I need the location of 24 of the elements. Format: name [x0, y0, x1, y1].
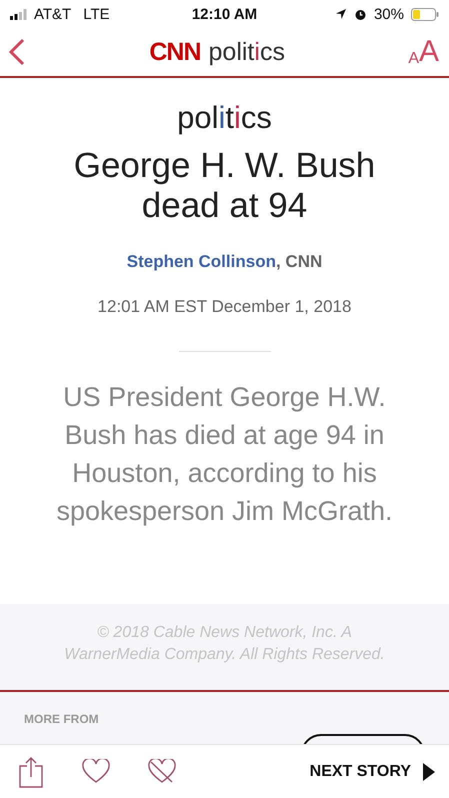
battery-icon [411, 8, 439, 20]
clock-time: 12:10 AM [192, 6, 258, 22]
byline-source: , CNN [276, 252, 322, 271]
cnn-logo: CNN [149, 38, 201, 66]
publish-date: 12:01 AM EST December 1, 2018 [98, 297, 352, 317]
alarm-icon [354, 8, 367, 20]
share-icon[interactable] [18, 756, 44, 788]
network-type: LTE [83, 6, 110, 22]
article-headline: George H. W. Bush dead at 94 [72, 146, 376, 226]
location-arrow-icon [334, 8, 347, 20]
author-link[interactable]: Stephen Collinson [126, 252, 276, 271]
battery-percentage: 30% [374, 6, 404, 22]
more-from-label: MORE FROM [24, 712, 99, 726]
play-triangle-icon [423, 762, 435, 780]
section-label: politics [177, 100, 272, 136]
signal-icon [10, 8, 28, 20]
next-story-button[interactable]: NEXT STORY [310, 762, 435, 780]
heart-icon[interactable] [82, 759, 110, 784]
article-summary: US President George H.W. Bush has died at age 94 in Houston, according to his spokesperson Jim McGrath. [55, 381, 394, 528]
back-chevron-icon[interactable] [8, 38, 26, 66]
carrier-name: AT&T [34, 6, 72, 22]
section-title: politics [208, 38, 285, 66]
text-size-button[interactable]: AA [408, 37, 439, 67]
crossed-heart-icon[interactable] [148, 759, 176, 784]
